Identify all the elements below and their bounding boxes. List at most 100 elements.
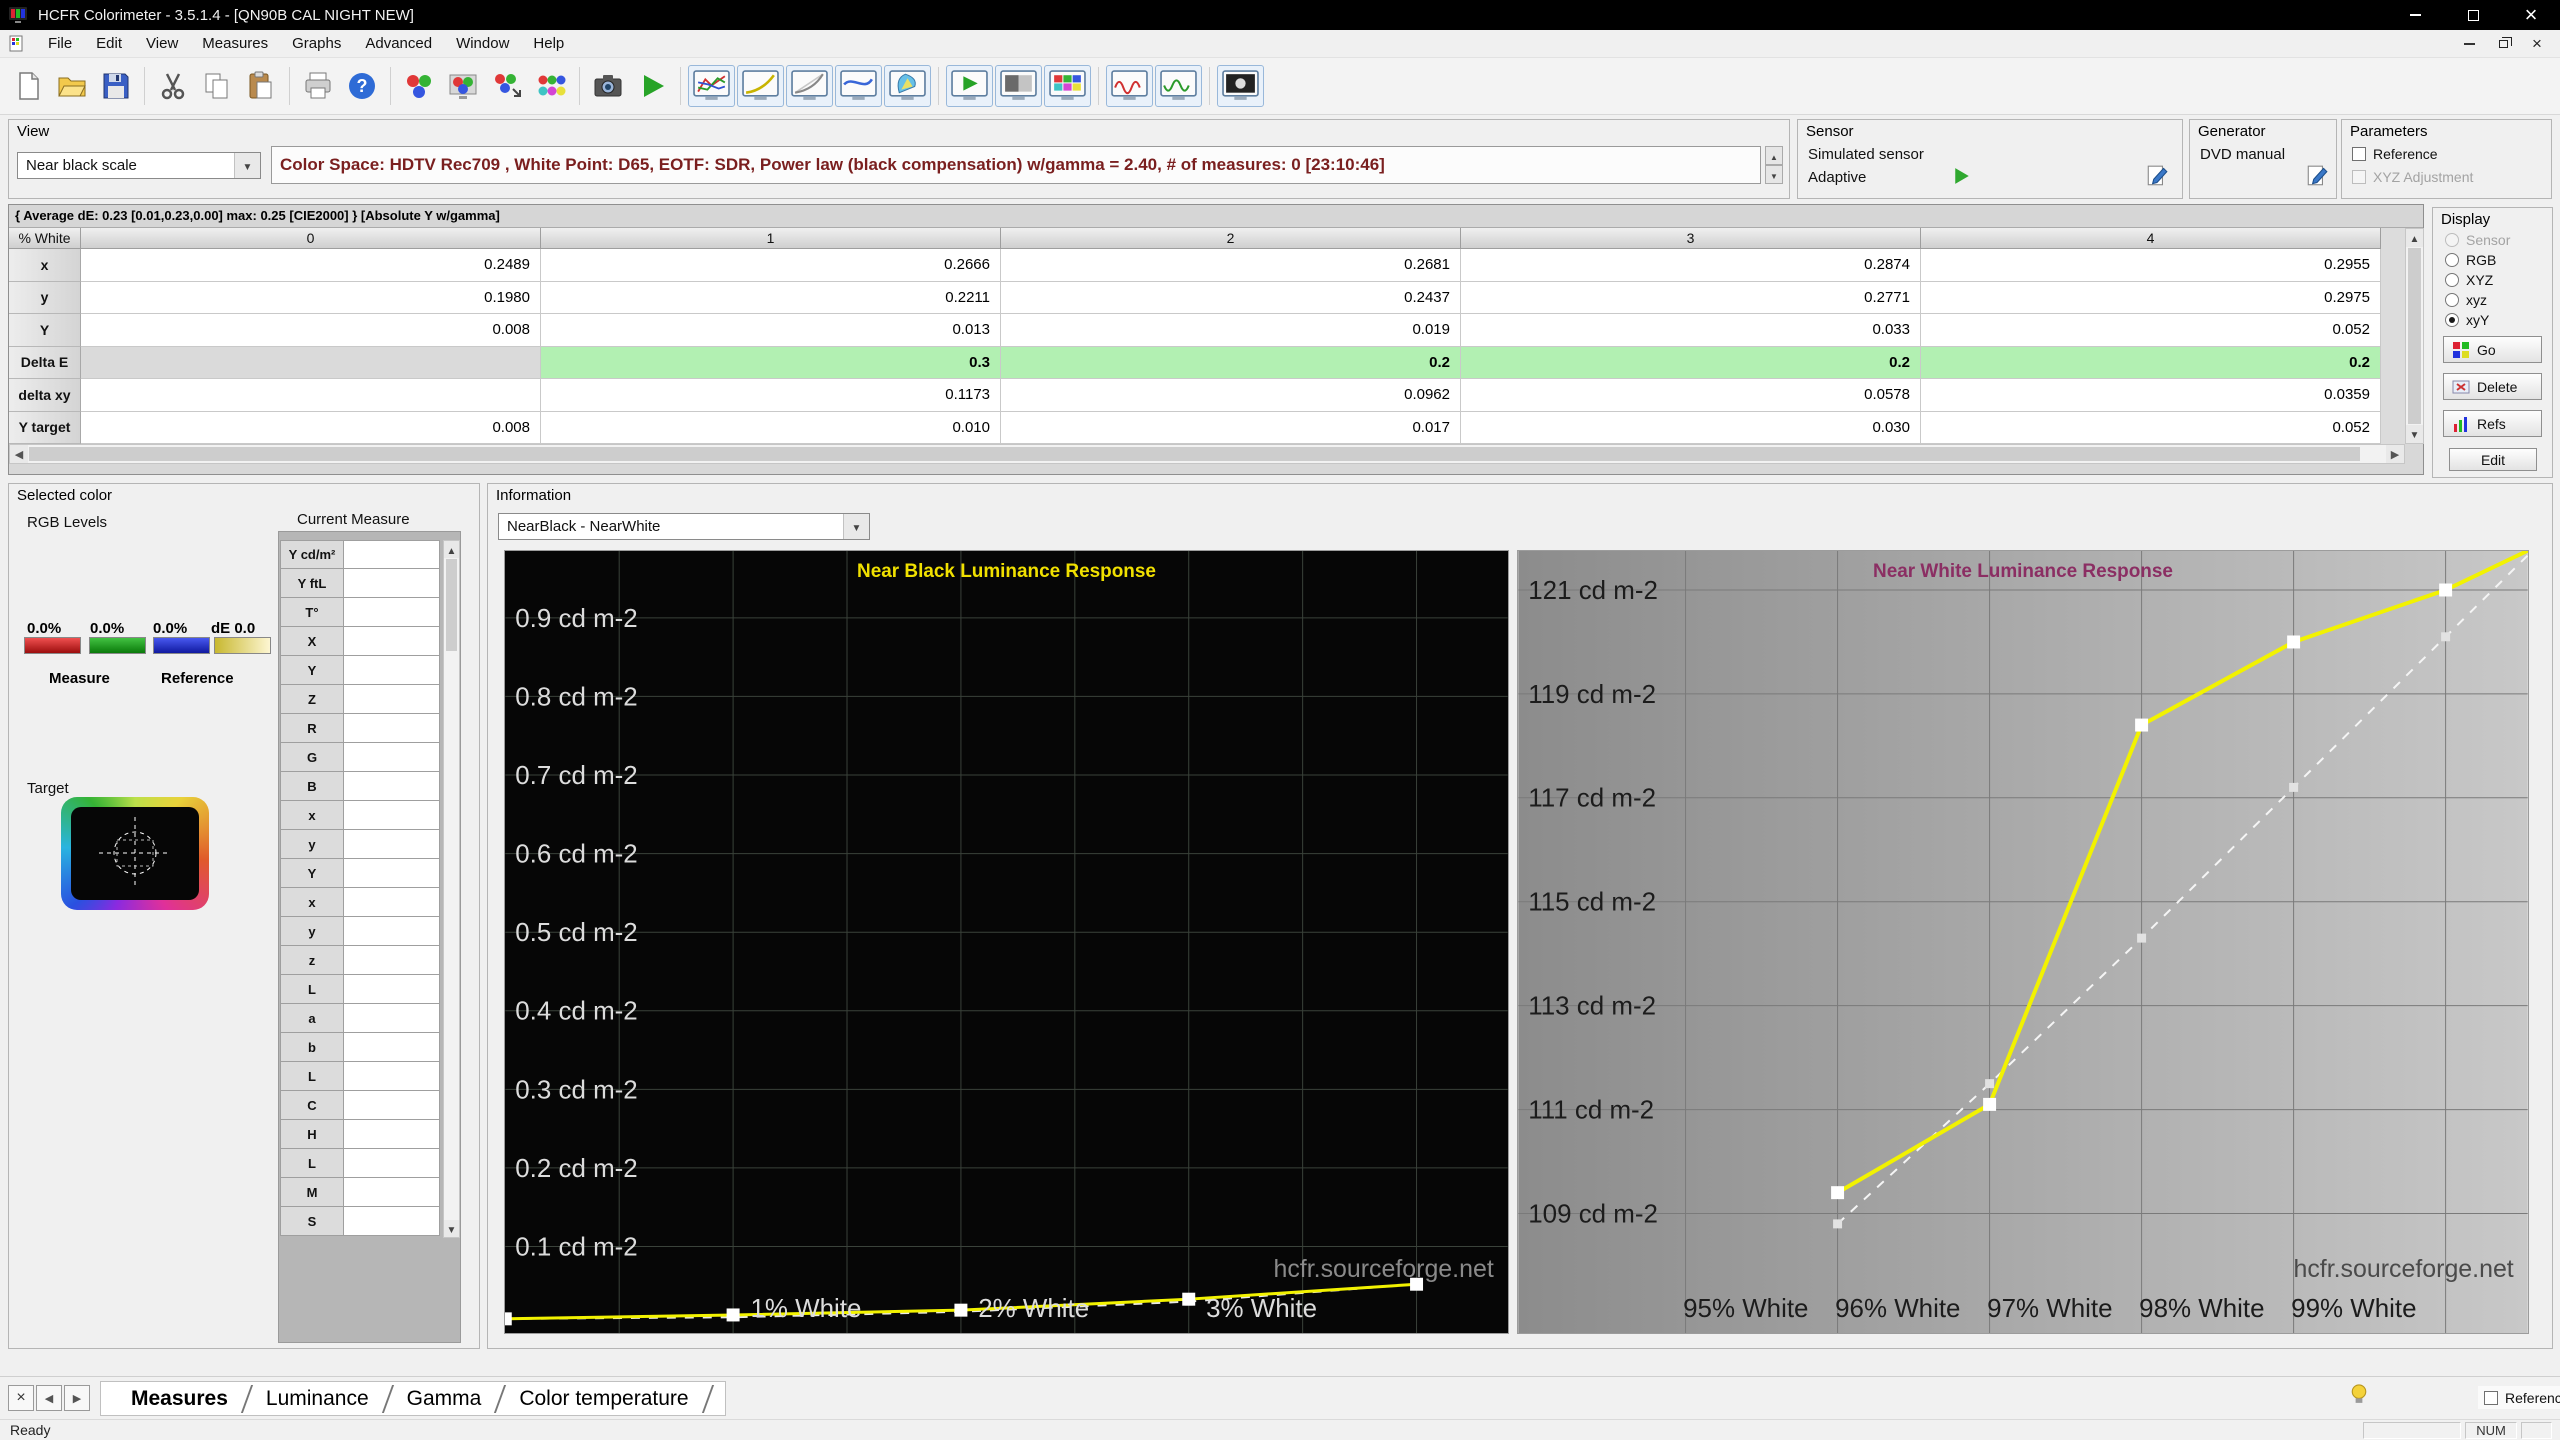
measure-cell[interactable]: 0.0962 — [1001, 379, 1461, 412]
measure-cell[interactable]: 0.019 — [1001, 314, 1461, 347]
go-button[interactable]: Go — [2443, 336, 2542, 363]
menu-edit[interactable]: Edit — [84, 31, 134, 56]
paste-button[interactable] — [239, 64, 283, 108]
scrollbar-thumb[interactable] — [446, 559, 457, 651]
grayscale-view-button[interactable] — [995, 65, 1042, 107]
luminance-chart-button[interactable] — [737, 65, 784, 107]
generator-config-icon[interactable] — [2306, 164, 2328, 188]
tab-scroll-left-button[interactable] — [36, 1385, 62, 1411]
delete-button[interactable]: Delete — [2443, 373, 2542, 400]
run-measures-button[interactable] — [630, 64, 674, 108]
measure-cell[interactable]: 0.2 — [1921, 346, 2381, 379]
information-view-select[interactable]: NearBlack - NearWhite — [498, 513, 870, 540]
param-reference-checkbox[interactable]: Reference — [2352, 142, 2473, 165]
minimize-button[interactable] — [2386, 0, 2444, 30]
scroll-down-button[interactable] — [444, 1220, 459, 1237]
mdi-restore-button[interactable] — [2486, 32, 2520, 56]
measure-primaries-button[interactable] — [441, 64, 485, 108]
display-mode-xyz[interactable]: XYZ — [2445, 270, 2510, 290]
mdi-close-button[interactable] — [2520, 32, 2554, 56]
new-file-button[interactable] — [6, 64, 50, 108]
scroll-up-button[interactable] — [2406, 229, 2423, 247]
menu-graphs[interactable]: Graphs — [280, 31, 353, 56]
measure-cell[interactable]: 0.2874 — [1461, 249, 1921, 282]
measure-cell[interactable]: 0.008 — [81, 314, 541, 347]
reference-checkbox[interactable]: Reference — [2478, 1386, 2560, 1409]
close-button[interactable] — [2502, 0, 2560, 30]
scroll-left-button[interactable] — [10, 445, 28, 463]
temperature-chart-button[interactable] — [835, 65, 882, 107]
measure-cell[interactable]: 0.2666 — [541, 249, 1001, 282]
measure-cell[interactable]: 0.033 — [1461, 314, 1921, 347]
sensor-config-icon[interactable] — [2146, 164, 2168, 188]
measure-cell[interactable] — [81, 379, 541, 412]
contrast-view-button[interactable] — [1217, 65, 1264, 107]
measure-secondaries-button[interactable] — [485, 64, 529, 108]
menu-help[interactable]: Help — [521, 31, 576, 56]
colors-view-button[interactable] — [1044, 65, 1091, 107]
measure-cell[interactable]: 0.2 — [1001, 346, 1461, 379]
refs-button[interactable]: Refs — [2443, 410, 2542, 437]
display-mode-xyz[interactable]: xyz — [2445, 290, 2510, 310]
measures-horizontal-scrollbar[interactable] — [9, 444, 2405, 464]
measure-cell[interactable]: 0.2437 — [1001, 281, 1461, 314]
measure-cell[interactable]: 0.2771 — [1461, 281, 1921, 314]
measure-grayscale-button[interactable] — [397, 64, 441, 108]
menu-window[interactable]: Window — [444, 31, 521, 56]
mdi-minimize-button[interactable] — [2452, 32, 2486, 56]
scroll-up-button[interactable] — [444, 541, 459, 558]
cut-button[interactable] — [151, 64, 195, 108]
menu-advanced[interactable]: Advanced — [353, 31, 444, 56]
measure-cell[interactable]: 0.2489 — [81, 249, 541, 282]
measure-cell[interactable]: 0.017 — [1001, 411, 1461, 444]
spin-down-button[interactable] — [1765, 165, 1783, 184]
measure-cell[interactable]: 0.052 — [1921, 314, 2381, 347]
chevron-down-icon[interactable] — [234, 153, 260, 178]
display-mode-rgb[interactable]: RGB — [2445, 250, 2510, 270]
measure-cell[interactable]: 0.2 — [1461, 346, 1921, 379]
tab-measures[interactable]: Measures — [115, 1387, 244, 1411]
measures-vertical-scrollbar[interactable] — [2405, 228, 2424, 444]
measure-cell[interactable] — [81, 346, 541, 379]
measure-cell[interactable]: 0.0578 — [1461, 379, 1921, 412]
measure-cell[interactable]: 0.1980 — [81, 281, 541, 314]
print-button[interactable] — [296, 64, 340, 108]
open-file-button[interactable] — [50, 64, 94, 108]
tab-scroll-right-button[interactable] — [64, 1385, 90, 1411]
measure-cell[interactable]: 0.008 — [81, 411, 541, 444]
rgb-levels-chart-button[interactable] — [688, 65, 735, 107]
measure-cell[interactable]: 0.030 — [1461, 411, 1921, 444]
scrollbar-thumb[interactable] — [29, 447, 2360, 461]
measure-cell[interactable]: 0.1173 — [541, 379, 1001, 412]
maximize-button[interactable] — [2444, 0, 2502, 30]
menu-view[interactable]: View — [134, 31, 190, 56]
primary-wave-button[interactable] — [1106, 65, 1153, 107]
tab-color-temperature[interactable]: Color temperature — [503, 1387, 704, 1411]
edit-button[interactable]: Edit — [2449, 448, 2537, 471]
tab-close-button[interactable] — [8, 1385, 34, 1411]
scrollbar-thumb[interactable] — [2408, 248, 2421, 424]
gamma-chart-button[interactable] — [786, 65, 833, 107]
measure-cell[interactable]: 0.010 — [541, 411, 1001, 444]
cie-chart-button[interactable] — [884, 65, 931, 107]
spin-up-button[interactable] — [1765, 146, 1783, 165]
sensor-play-icon[interactable] — [1953, 167, 1971, 185]
measure-cell[interactable]: 0.2975 — [1921, 281, 2381, 314]
values-scrollbar[interactable] — [443, 540, 460, 1238]
secondary-wave-button[interactable] — [1155, 65, 1202, 107]
display-mode-xyy[interactable]: xyY — [2445, 310, 2510, 330]
measure-cell[interactable]: 0.052 — [1921, 411, 2381, 444]
measure-full-button[interactable] — [529, 64, 573, 108]
menu-file[interactable]: File — [36, 31, 84, 56]
save-file-button[interactable] — [94, 64, 138, 108]
scale-select[interactable]: Near black scale — [17, 152, 261, 179]
measure-cell[interactable]: 0.2955 — [1921, 249, 2381, 282]
scroll-right-button[interactable] — [2386, 445, 2404, 463]
measure-cell[interactable]: 0.013 — [541, 314, 1001, 347]
scroll-down-button[interactable] — [2406, 425, 2423, 443]
measure-cell[interactable]: 0.2681 — [1001, 249, 1461, 282]
tab-luminance[interactable]: Luminance — [250, 1387, 385, 1411]
measure-view-button[interactable] — [946, 65, 993, 107]
snapshot-button[interactable] — [586, 64, 630, 108]
tab-gamma[interactable]: Gamma — [391, 1387, 498, 1411]
